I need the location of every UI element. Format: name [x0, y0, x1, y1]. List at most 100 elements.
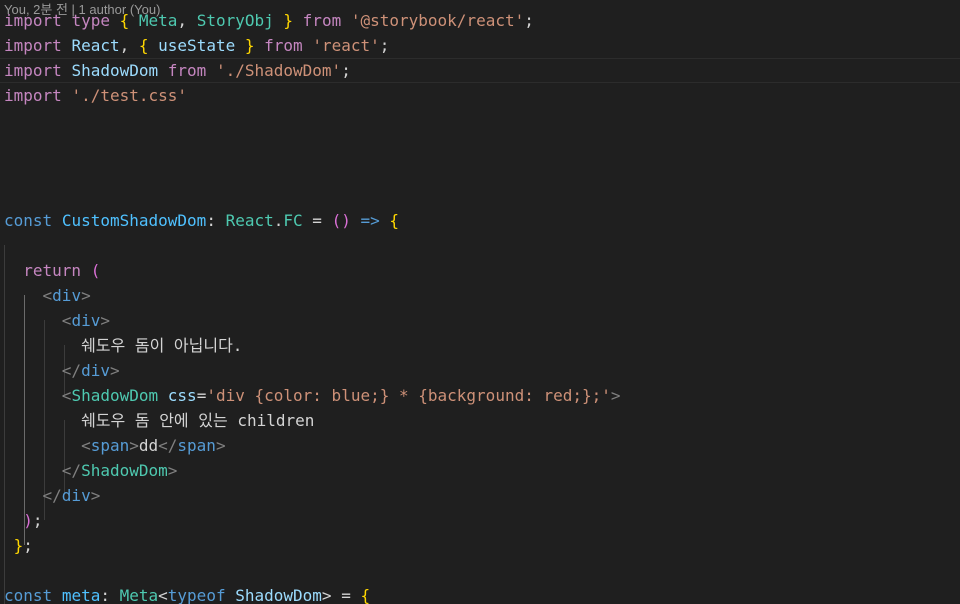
- code-token: > =: [321, 586, 361, 604]
- code-token: (: [90, 261, 101, 280]
- code-token: ;: [341, 61, 351, 80]
- code-line-text: const CustomShadowDom: React.FC = () => …: [4, 208, 399, 233]
- code-token: const: [4, 211, 53, 230]
- code-token: ,: [119, 36, 139, 55]
- code-token: div: [61, 486, 91, 505]
- code-token: import: [4, 36, 62, 55]
- code-token: >: [90, 486, 101, 505]
- code-line-text: 쉐도우 돔 안에 있는 children: [4, 408, 314, 433]
- code-token: 'div {color: blue;} * {background: red;}…: [206, 386, 611, 405]
- code-token: >: [81, 286, 91, 305]
- code-token: <: [158, 586, 168, 604]
- code-line[interactable]: <span>dd</span>: [0, 433, 960, 458]
- code-line-text: import ShadowDom from './ShadowDom';: [4, 58, 351, 83]
- code-line[interactable]: };: [0, 533, 960, 558]
- code-line-text: </div>: [4, 358, 120, 383]
- code-token: CustomShadowDom: [61, 211, 207, 230]
- code-editor[interactable]: import type { Meta, StoryObj } from '@st…: [0, 11, 960, 604]
- code-token: =: [302, 211, 332, 230]
- code-line-text: <div>: [4, 308, 110, 333]
- code-line-text: </ShadowDom>: [4, 458, 178, 483]
- code-line[interactable]: import React, { useState } from 'react';: [0, 33, 960, 58]
- code-token: useState: [158, 36, 236, 55]
- code-line-text: <span>dd</span>: [4, 433, 226, 458]
- code-token: React: [225, 211, 274, 230]
- code-token: =>: [360, 211, 380, 230]
- code-line[interactable]: </div>: [0, 358, 960, 383]
- code-line[interactable]: </ShadowDom>: [0, 458, 960, 483]
- code-token: }: [283, 11, 294, 30]
- code-line[interactable]: const CustomShadowDom: React.FC = () => …: [0, 208, 960, 233]
- code-token: {: [360, 586, 371, 604]
- code-token: }: [244, 36, 255, 55]
- code-token: return: [23, 261, 82, 280]
- code-token: import: [4, 86, 62, 105]
- code-token: ShadowDom: [71, 61, 159, 80]
- code-token: <: [81, 436, 91, 455]
- code-token: </: [61, 361, 82, 380]
- code-line[interactable]: return (: [0, 258, 960, 283]
- code-token: import: [4, 11, 62, 30]
- code-token: <: [42, 286, 53, 305]
- code-line[interactable]: import ShadowDom from './ShadowDom';: [0, 58, 960, 83]
- code-token: Meta: [119, 586, 159, 604]
- code-token: >: [215, 436, 226, 455]
- code-token: ShadowDom: [71, 386, 159, 405]
- code-token: type: [71, 11, 110, 30]
- code-line[interactable]: import './test.css': [0, 83, 960, 108]
- code-token: div: [52, 286, 82, 305]
- code-token: >: [129, 436, 139, 455]
- code-line[interactable]: </div>: [0, 483, 960, 508]
- code-token: ;: [23, 536, 33, 555]
- code-line[interactable]: 쉐도우 돔이 아닙니다.: [0, 333, 960, 358]
- code-line-text: </div>: [4, 483, 101, 508]
- code-token: ,: [177, 11, 197, 30]
- code-line[interactable]: <ShadowDom css='div {color: blue;} * {ba…: [0, 383, 960, 408]
- code-token: =: [196, 386, 207, 405]
- code-token: ;: [524, 11, 534, 30]
- code-line[interactable]: import type { Meta, StoryObj } from '@st…: [0, 8, 960, 33]
- code-line[interactable]: <div>: [0, 283, 960, 308]
- code-token: {: [119, 11, 130, 30]
- code-line-text: };: [4, 533, 33, 558]
- code-token: meta: [61, 586, 101, 604]
- code-line-text: import type { Meta, StoryObj } from '@st…: [4, 8, 534, 33]
- code-line[interactable]: const meta: Meta<typeof ShadowDom> = {: [0, 583, 960, 604]
- code-token: React: [71, 36, 120, 55]
- code-token: (): [331, 211, 351, 230]
- code-line[interactable]: <div>: [0, 308, 960, 333]
- code-line[interactable]: 쉐도우 돔 안에 있는 children: [0, 408, 960, 433]
- code-token: import: [4, 61, 62, 80]
- code-token: </: [61, 461, 82, 480]
- code-token: from: [264, 36, 303, 55]
- code-token: typeof: [167, 586, 226, 604]
- code-token: div: [81, 361, 110, 380]
- code-token: span: [177, 436, 216, 455]
- code-token: >: [100, 311, 110, 330]
- code-line[interactable]: );: [0, 508, 960, 533]
